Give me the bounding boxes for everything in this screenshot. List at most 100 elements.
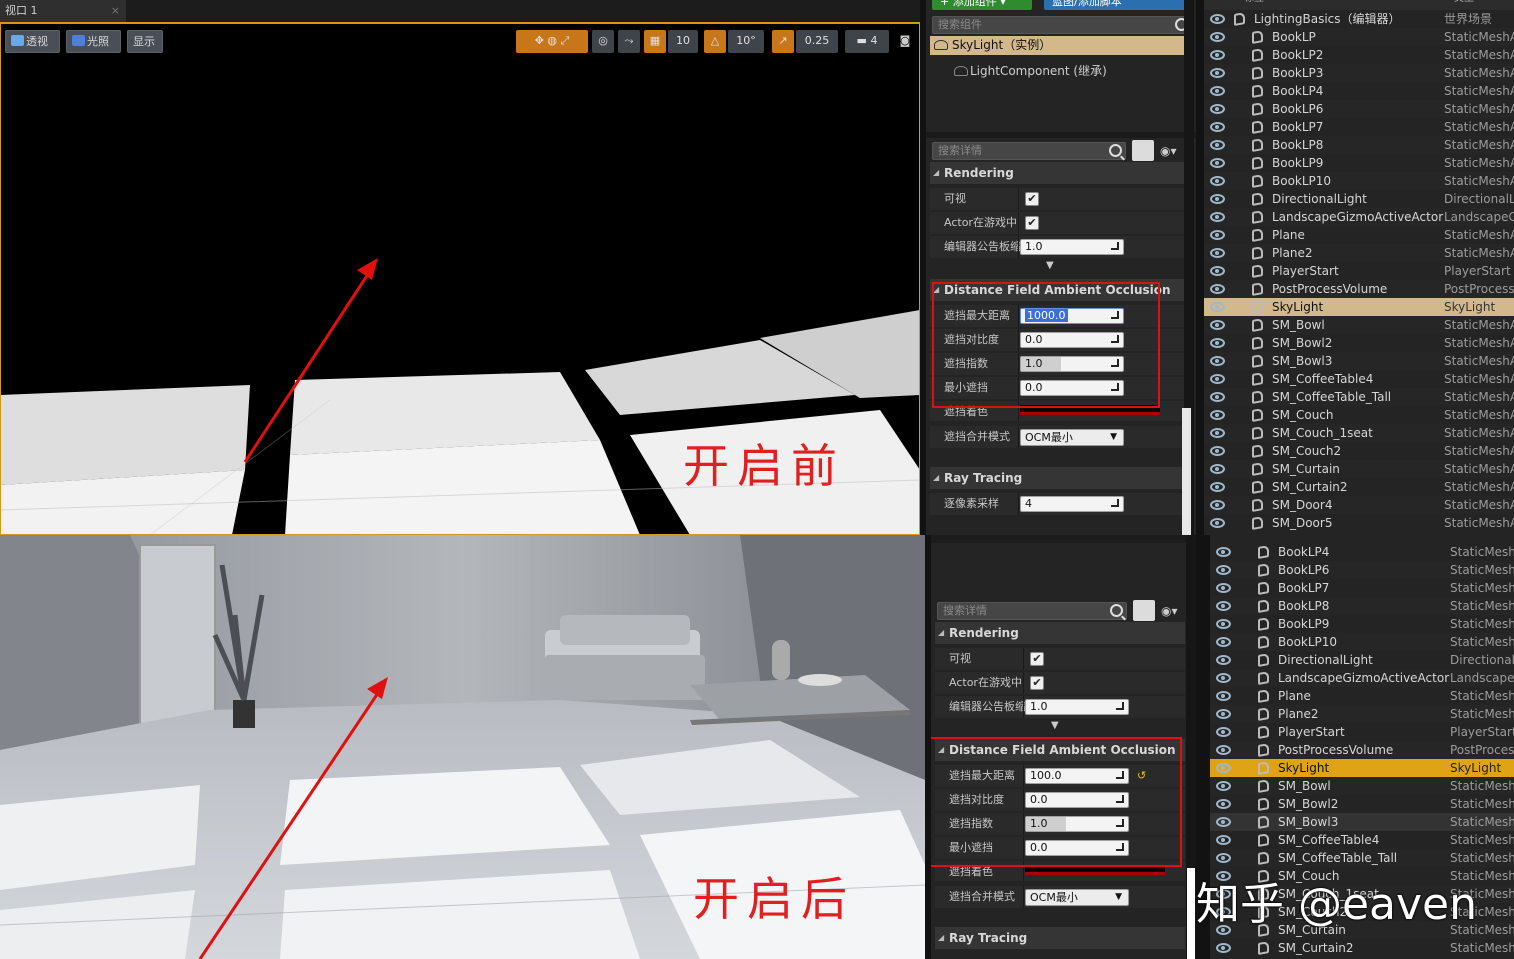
outliner-row[interactable]: Plane2 StaticMeshActor xyxy=(1210,705,1514,723)
outliner-row[interactable]: BookLP6 StaticMeshActor xyxy=(1204,100,1514,118)
outliner-row[interactable]: SkyLight SkyLight xyxy=(1210,759,1514,777)
outliner-row[interactable]: SM_CoffeeTable4 StaticMeshActor xyxy=(1210,831,1514,849)
visibility-eye-icon[interactable] xyxy=(1216,745,1231,755)
outliner-row[interactable]: LandscapeGizmoActiveActorLandscapeGizmo xyxy=(1210,669,1514,687)
visibility-eye-icon[interactable] xyxy=(1210,158,1225,168)
outliner-row[interactable]: SM_CoffeeTable4 StaticMeshActor xyxy=(1204,370,1514,388)
visibility-eye-icon[interactable] xyxy=(1210,446,1225,456)
visibility-eye-icon[interactable] xyxy=(1210,248,1225,258)
outliner-row[interactable]: SM_Curtain2 StaticMeshActor xyxy=(1204,478,1514,496)
visibility-eye-icon[interactable] xyxy=(1210,14,1225,24)
outliner-row[interactable]: Plane StaticMeshActor xyxy=(1210,687,1514,705)
visibility-eye-icon[interactable] xyxy=(1216,547,1231,557)
visibility-eye-icon[interactable] xyxy=(1216,763,1231,773)
category-rendering[interactable]: Rendering xyxy=(930,162,1184,184)
outliner-row[interactable]: LightingBasics（编辑器） 世界场景 xyxy=(1204,10,1514,28)
visibility-eye-icon[interactable] xyxy=(1216,727,1231,737)
visibility-eye-icon[interactable] xyxy=(1210,428,1225,438)
outliner-row[interactable]: Plane2 StaticMeshActor xyxy=(1204,244,1514,262)
visibility-eye-icon[interactable] xyxy=(1210,464,1225,474)
outliner-row[interactable]: BookLP10 StaticMeshActor xyxy=(1210,633,1514,651)
component-lightcomponent[interactable]: LightComponent (继承) xyxy=(950,62,1190,80)
visibility-eye-icon[interactable] xyxy=(1210,320,1225,330)
visibility-eye-icon[interactable] xyxy=(1210,302,1225,312)
visibility-eye-icon[interactable] xyxy=(1210,176,1225,186)
outliner-row[interactable]: SM_Couch2 StaticMeshActor xyxy=(1204,442,1514,460)
outliner-row[interactable]: SM_Couch StaticMeshActor xyxy=(1204,406,1514,424)
visibility-eye-icon[interactable] xyxy=(1210,86,1225,96)
outliner-row[interactable]: BookLP10 StaticMeshActor xyxy=(1204,172,1514,190)
visibility-eye-icon[interactable] xyxy=(1216,691,1231,701)
visibility-eye-icon[interactable] xyxy=(1216,781,1231,791)
outliner-row[interactable]: Plane StaticMeshActor xyxy=(1204,226,1514,244)
category-ray-tracing[interactable]: Ray Tracing xyxy=(930,467,1184,489)
expand-arrow-icon[interactable]: ▼ xyxy=(1046,260,1054,271)
outliner-row[interactable]: PlayerStart PlayerStart xyxy=(1204,262,1514,280)
outliner-row[interactable]: BookLP2 StaticMeshActor xyxy=(1204,46,1514,64)
visibility-eye-icon[interactable] xyxy=(1216,835,1231,845)
combine-mode-dropdown[interactable]: OCM最小 ▼ xyxy=(1025,889,1129,906)
visibility-eye-icon[interactable] xyxy=(1210,122,1225,132)
visibility-eye-icon[interactable] xyxy=(1210,32,1225,42)
outliner-row[interactable]: SkyLight SkyLight xyxy=(1204,298,1514,316)
details-scroll-thumb[interactable] xyxy=(1182,408,1191,535)
visible-checkbox[interactable]: ✔ xyxy=(1030,652,1044,666)
visibility-eye-icon[interactable] xyxy=(1210,50,1225,60)
outliner-row[interactable]: SM_Couch_1seat StaticMeshActor xyxy=(1204,424,1514,442)
visibility-eye-icon[interactable] xyxy=(1216,943,1231,953)
visibility-eye-icon[interactable] xyxy=(1210,194,1225,204)
outliner-row[interactable]: SM_Bowl StaticMeshActor xyxy=(1210,777,1514,795)
outliner-row[interactable]: BookLP7 StaticMeshActor xyxy=(1204,118,1514,136)
actor-in-game-checkbox[interactable]: ✔ xyxy=(1025,216,1039,230)
visibility-eye-icon[interactable] xyxy=(1216,637,1231,647)
outliner-row[interactable]: SM_Curtain2 StaticMeshActor xyxy=(1210,939,1514,957)
visibility-eye-icon[interactable] xyxy=(1216,583,1231,593)
list-view-icon[interactable] xyxy=(1132,140,1154,161)
visibility-eye-icon[interactable] xyxy=(1216,673,1231,683)
samples-input[interactable]: 4 xyxy=(1020,496,1124,512)
list-view-icon[interactable] xyxy=(1133,600,1155,621)
details-search-input[interactable]: 搜索详情 xyxy=(932,142,1126,160)
outliner-row[interactable]: DirectionalLight DirectionalLight xyxy=(1210,651,1514,669)
outliner-row[interactable]: LandscapeGizmoActiveActorLandscapeGizmo xyxy=(1204,208,1514,226)
outliner-row[interactable]: SM_CoffeeTable_Tall StaticMeshActor xyxy=(1210,849,1514,867)
outliner-row[interactable]: BookLP7 StaticMeshActor xyxy=(1210,579,1514,597)
visibility-eye-icon[interactable] xyxy=(1210,356,1225,366)
splitter[interactable] xyxy=(1196,0,1204,535)
add-component-button[interactable]: + 添加组件 ▾ xyxy=(932,0,1032,10)
visibility-eye-icon[interactable] xyxy=(1210,230,1225,240)
category-rendering[interactable]: Rendering xyxy=(935,622,1185,644)
outliner-row[interactable]: SM_Bowl StaticMeshActor xyxy=(1204,316,1514,334)
outliner-row[interactable]: SM_Door5 StaticMeshActor xyxy=(1204,514,1514,532)
visibility-eye-icon[interactable] xyxy=(1216,817,1231,827)
blueprint-button[interactable]: 蓝图/添加脚本 xyxy=(1044,0,1192,10)
visibility-eye-icon[interactable] xyxy=(1216,799,1231,809)
visibility-eye-icon[interactable] xyxy=(1210,374,1225,384)
outliner-row[interactable]: SM_CoffeeTable_Tall StaticMeshActor xyxy=(1204,388,1514,406)
actor-in-game-checkbox[interactable]: ✔ xyxy=(1030,676,1044,690)
outliner-row[interactable]: PostProcessVolume PostProcessVolume xyxy=(1204,280,1514,298)
billboard-input[interactable]: 1.0 xyxy=(1020,239,1124,255)
visibility-eye-icon[interactable] xyxy=(1216,853,1231,863)
outliner-row[interactable]: BookLP4 StaticMeshActor xyxy=(1210,543,1514,561)
outliner-row[interactable]: BookLP9 StaticMeshActor xyxy=(1210,615,1514,633)
visibility-eye-icon[interactable] xyxy=(1210,518,1225,528)
outliner-row[interactable]: SM_Bowl2 StaticMeshActor xyxy=(1204,334,1514,352)
category-ray-tracing[interactable]: Ray Tracing xyxy=(935,927,1185,949)
visibility-eye-icon[interactable] xyxy=(1210,212,1225,222)
component-search-input[interactable]: 搜索组件 xyxy=(932,16,1192,34)
outliner-row[interactable]: BookLP6 StaticMeshActor xyxy=(1210,561,1514,579)
visibility-eye-icon[interactable] xyxy=(1210,410,1225,420)
visibility-eye-icon[interactable] xyxy=(1210,266,1225,276)
outliner-row[interactable]: SM_Bowl3 StaticMeshActor xyxy=(1204,352,1514,370)
visibility-eye-icon[interactable] xyxy=(1216,709,1231,719)
visible-checkbox[interactable]: ✔ xyxy=(1025,192,1039,206)
outliner-row[interactable]: DirectionalLight DirectionalLight xyxy=(1204,190,1514,208)
outliner-row[interactable]: PostProcessVolume PostProcessVolume xyxy=(1210,741,1514,759)
details-search-input[interactable]: 搜索详情 xyxy=(937,602,1127,620)
visibility-eye-icon[interactable] xyxy=(1210,68,1225,78)
outliner-row[interactable]: BookLP8 StaticMeshActor xyxy=(1204,136,1514,154)
outliner-row[interactable]: SM_Bowl2 StaticMeshActor xyxy=(1210,795,1514,813)
visibility-eye-icon[interactable] xyxy=(1210,500,1225,510)
billboard-input[interactable]: 1.0 xyxy=(1025,699,1129,715)
